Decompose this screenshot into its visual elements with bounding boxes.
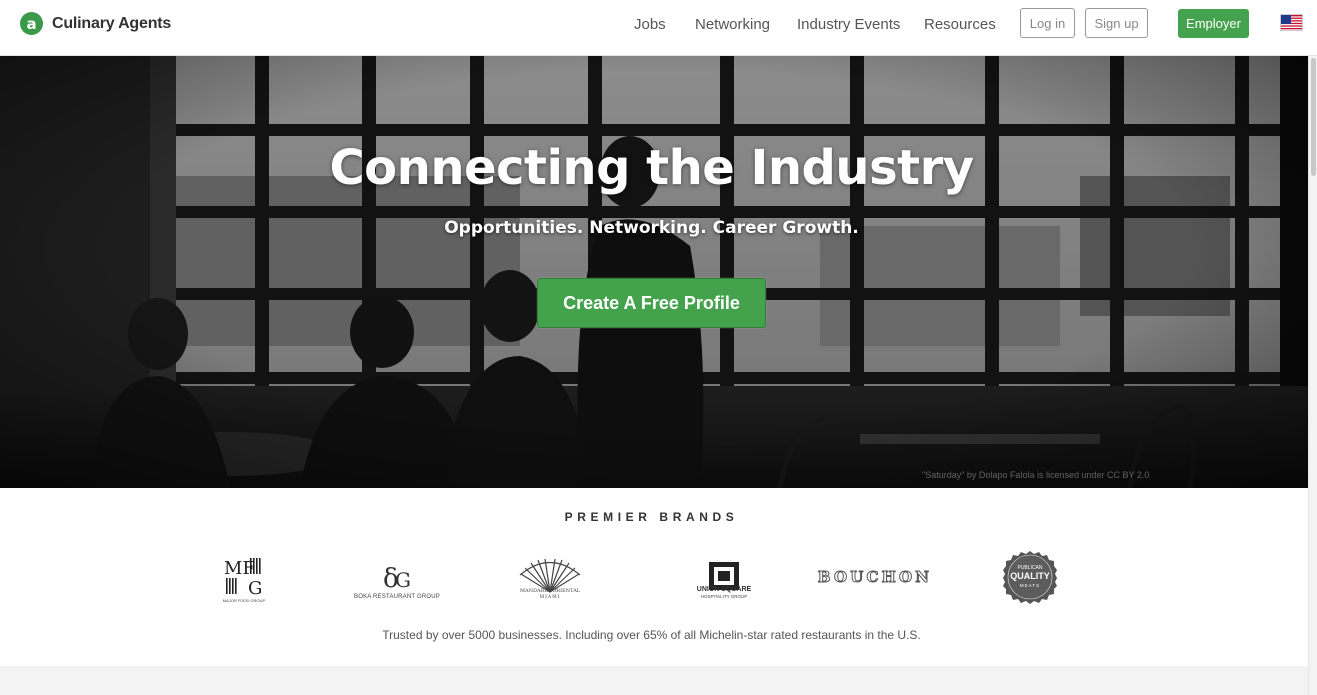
svg-text:G: G	[248, 578, 262, 599]
trusted-by-text: Trusted by over 5000 businesses. Includi…	[382, 628, 921, 642]
nav-networking[interactable]: Networking	[695, 16, 770, 33]
brand-logo-bouchon[interactable]: BOUCHON	[810, 566, 940, 588]
us-flag-icon[interactable]	[1280, 14, 1303, 31]
nav-jobs[interactable]: Jobs	[634, 16, 666, 33]
nav-resources[interactable]: Resources	[924, 16, 996, 33]
brand-name: Culinary Agents	[52, 14, 172, 32]
brand-caption: UNION SQUARE	[696, 586, 752, 593]
svg-text:G: G	[395, 568, 411, 592]
hero-background-photo	[0, 56, 1308, 488]
brand-logo[interactable]: a Culinary Agents	[20, 12, 171, 35]
brand-subcaption: HOSPITALITY GROUP	[700, 594, 748, 599]
brand-logo-publican-quality-meats[interactable]: PUBLICAN QUALITY MEATS	[1003, 550, 1057, 604]
create-free-profile-button[interactable]: Create A Free Profile	[537, 278, 766, 328]
login-button[interactable]: Log in	[1020, 8, 1075, 38]
brand-tertiary-caption: MEATS	[1019, 583, 1041, 588]
brand-logo-boka[interactable]: δ G BOKA RESTAURANT GROUP	[350, 552, 444, 602]
scrollbar-thumb[interactable]	[1311, 58, 1316, 176]
major-food-group-logo-icon: MF G	[224, 558, 262, 599]
brand-caption: BOKA RESTAURANT GROUP	[354, 594, 440, 600]
site-header: a Culinary Agents Jobs Networking Indust…	[0, 0, 1317, 56]
brand-caption: MAJOR FOOD GROUP	[222, 598, 266, 603]
brand-logo-union-square[interactable]: UNION SQUARE HOSPITALITY GROUP	[690, 552, 758, 602]
boka-logo-icon: δ G	[383, 564, 411, 594]
nav-industry-events[interactable]: Industry Events	[797, 16, 900, 33]
photo-credit[interactable]: "Saturday" by Dolapo Falola is licensed …	[922, 470, 1149, 480]
brand-subcaption: QUALITY	[1010, 571, 1050, 581]
culinary-agents-logo-icon: a	[20, 12, 43, 35]
signup-button[interactable]: Sign up	[1085, 8, 1148, 38]
brand-caption: MANDARIN ORIENTAL	[519, 588, 581, 594]
hero-subtitle: Opportunities. Networking. Career Growth…	[444, 218, 859, 238]
brand-subcaption: MIAMI	[539, 595, 561, 600]
hero-title: Connecting the Industry	[329, 140, 974, 196]
hero-section: Connecting the Industry Opportunities. N…	[0, 56, 1308, 488]
premier-brands-heading: PREMIER BRANDS	[564, 510, 739, 524]
employer-button[interactable]: Employer	[1178, 9, 1249, 38]
brand-logo-mandarin-oriental[interactable]: MANDARIN ORIENTAL MIAMI	[517, 550, 583, 602]
next-section-band	[0, 666, 1308, 695]
bouchon-wordmark: BOUCHON	[817, 568, 933, 587]
brand-logo-major-food-group[interactable]: MF G MAJOR FOOD GROUP	[222, 552, 266, 603]
premier-brands-section: PREMIER BRANDS MF G MAJOR FOOD GROUP δ G…	[0, 488, 1308, 666]
